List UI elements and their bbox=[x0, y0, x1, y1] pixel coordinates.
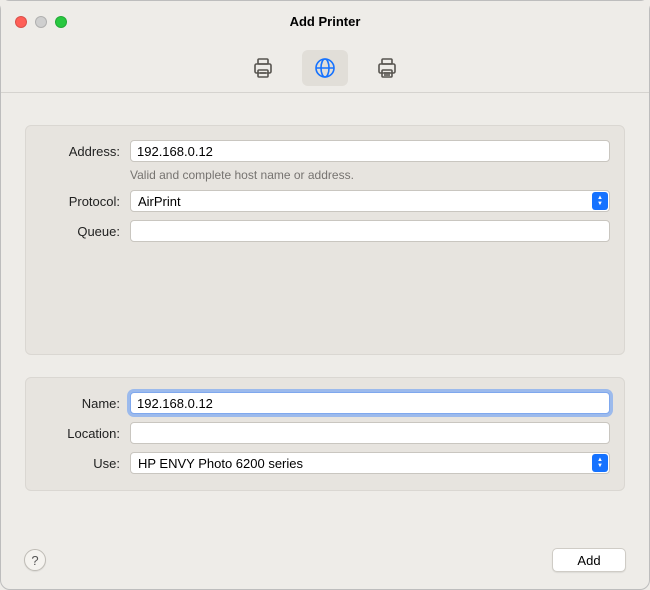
titlebar: Add Printer bbox=[1, 1, 649, 43]
use-value: HP ENVY Photo 6200 series bbox=[138, 456, 303, 471]
tab-ip-printer[interactable] bbox=[302, 50, 348, 86]
select-stepper-icon bbox=[592, 192, 608, 210]
help-icon: ? bbox=[31, 553, 38, 568]
details-panel: Name: Location: Use: HP ENVY Photo 6200 … bbox=[25, 377, 625, 491]
select-stepper-icon bbox=[592, 454, 608, 472]
location-input[interactable] bbox=[130, 422, 610, 444]
location-label: Location: bbox=[40, 426, 120, 441]
use-label: Use: bbox=[40, 456, 120, 471]
tab-default-printer[interactable] bbox=[240, 50, 286, 86]
name-label: Name: bbox=[40, 396, 120, 411]
printer-advanced-icon bbox=[375, 56, 399, 80]
content-area: Address: Valid and complete host name or… bbox=[1, 93, 649, 505]
printer-icon bbox=[251, 56, 275, 80]
window-title: Add Printer bbox=[1, 14, 649, 29]
address-label: Address: bbox=[40, 144, 120, 159]
queue-label: Queue: bbox=[40, 224, 120, 239]
address-input[interactable] bbox=[130, 140, 610, 162]
address-hint: Valid and complete host name or address. bbox=[130, 168, 610, 182]
globe-icon bbox=[313, 56, 337, 80]
protocol-select[interactable]: AirPrint bbox=[130, 190, 610, 212]
toolbar bbox=[1, 43, 649, 93]
connection-panel: Address: Valid and complete host name or… bbox=[25, 125, 625, 355]
protocol-value: AirPrint bbox=[138, 194, 181, 209]
name-input[interactable] bbox=[130, 392, 610, 414]
protocol-label: Protocol: bbox=[40, 194, 120, 209]
use-select[interactable]: HP ENVY Photo 6200 series bbox=[130, 452, 610, 474]
add-button-label: Add bbox=[577, 553, 600, 568]
add-button[interactable]: Add bbox=[552, 548, 626, 572]
tab-windows-printer[interactable] bbox=[364, 50, 410, 86]
footer: ? Add bbox=[0, 534, 650, 590]
queue-input[interactable] bbox=[130, 220, 610, 242]
help-button[interactable]: ? bbox=[24, 549, 46, 571]
